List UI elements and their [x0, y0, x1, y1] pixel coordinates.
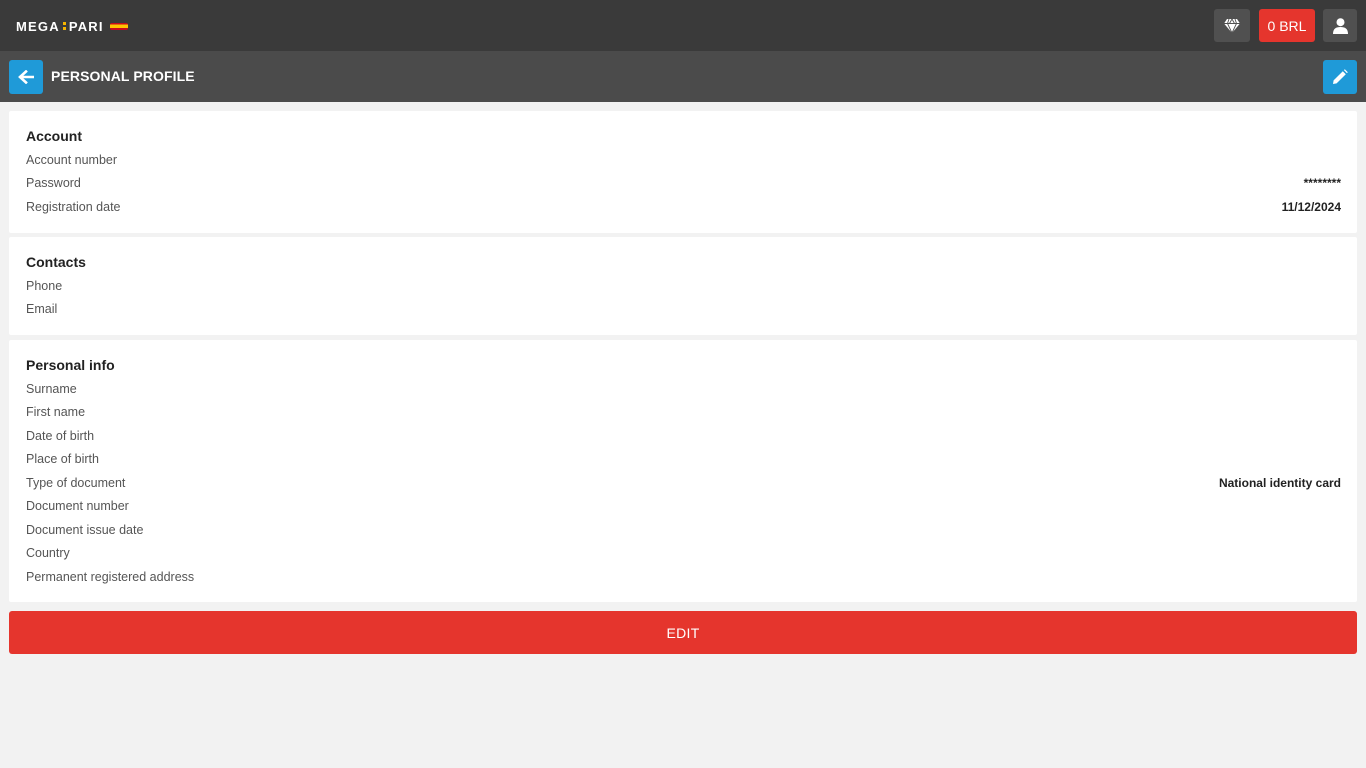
flag-icon	[109, 22, 128, 30]
balance-value: 0 BRL	[1267, 17, 1307, 34]
document-type-value: National identity card	[1218, 476, 1341, 490]
user-menu-button[interactable]	[1323, 9, 1357, 42]
logo[interactable]: MEGA PARI	[16, 17, 128, 35]
balance-button[interactable]: 0 BRL	[1259, 9, 1315, 42]
page-title: PERSONAL PROFILE	[51, 68, 195, 84]
user-icon	[1332, 17, 1348, 34]
registration-date-label: Registration date	[26, 200, 121, 214]
personal-row: Country	[26, 544, 1341, 562]
logo-text-right: PARI	[68, 18, 104, 34]
logo-text-left: MEGA	[16, 18, 60, 34]
diamond-icon	[1224, 18, 1240, 33]
address-label: Permanent registered address	[26, 570, 195, 584]
surname-label: Surname	[26, 382, 77, 396]
password-value: ********	[1303, 176, 1341, 190]
phone-label: Phone	[26, 279, 63, 293]
personal-row: Surname	[26, 380, 1341, 398]
date-of-birth-label: Date of birth	[26, 429, 95, 443]
personal-row: Permanent registered address	[26, 568, 1341, 586]
personal-row: Date of birth	[26, 427, 1341, 445]
place-of-birth-label: Place of birth	[26, 452, 99, 466]
contacts-row: Phone	[26, 277, 1341, 295]
personal-info-card: Personal info Surname First name Date of…	[9, 340, 1357, 602]
password-label: Password	[26, 176, 81, 190]
document-issue-date-label: Document issue date	[26, 523, 144, 537]
top-bar: MEGA PARI 0 BRL	[0, 0, 1366, 51]
account-title: Account	[26, 128, 82, 144]
personal-row: Document issue date	[26, 521, 1341, 539]
arrow-left-icon	[18, 70, 34, 84]
personal-row: Place of birth	[26, 450, 1341, 468]
account-row: Account number	[26, 151, 1341, 169]
country-label: Country	[26, 546, 70, 560]
personal-info-title: Personal info	[26, 357, 115, 373]
bonus-button[interactable]	[1214, 9, 1250, 42]
edit-button-label: EDIT	[666, 624, 700, 641]
personal-row: Type of document National identity card	[26, 474, 1341, 492]
contacts-row: Email	[26, 300, 1341, 318]
pencil-icon	[1333, 69, 1348, 84]
account-row: Password ********	[26, 174, 1341, 192]
registration-date-value: 11/12/2024	[1281, 200, 1341, 214]
contacts-card: Contacts Phone Email	[9, 237, 1357, 335]
logo-text: MEGA PARI	[16, 19, 104, 34]
edit-profile-button[interactable]	[1323, 60, 1357, 94]
contacts-title: Contacts	[26, 254, 86, 270]
logo-dots	[62, 21, 66, 32]
back-button[interactable]	[9, 60, 43, 94]
account-card: Account Account number Password ********…	[9, 111, 1357, 233]
email-label: Email	[26, 302, 58, 316]
document-number-label: Document number	[26, 499, 129, 513]
edit-button[interactable]: EDIT	[9, 611, 1357, 654]
personal-row: First name	[26, 403, 1341, 421]
document-type-label: Type of document	[26, 476, 126, 490]
page-header: PERSONAL PROFILE	[0, 51, 1366, 102]
personal-row: Document number	[26, 497, 1341, 515]
account-number-label: Account number	[26, 153, 118, 167]
first-name-label: First name	[26, 405, 86, 419]
account-row: Registration date 11/12/2024	[26, 198, 1341, 216]
